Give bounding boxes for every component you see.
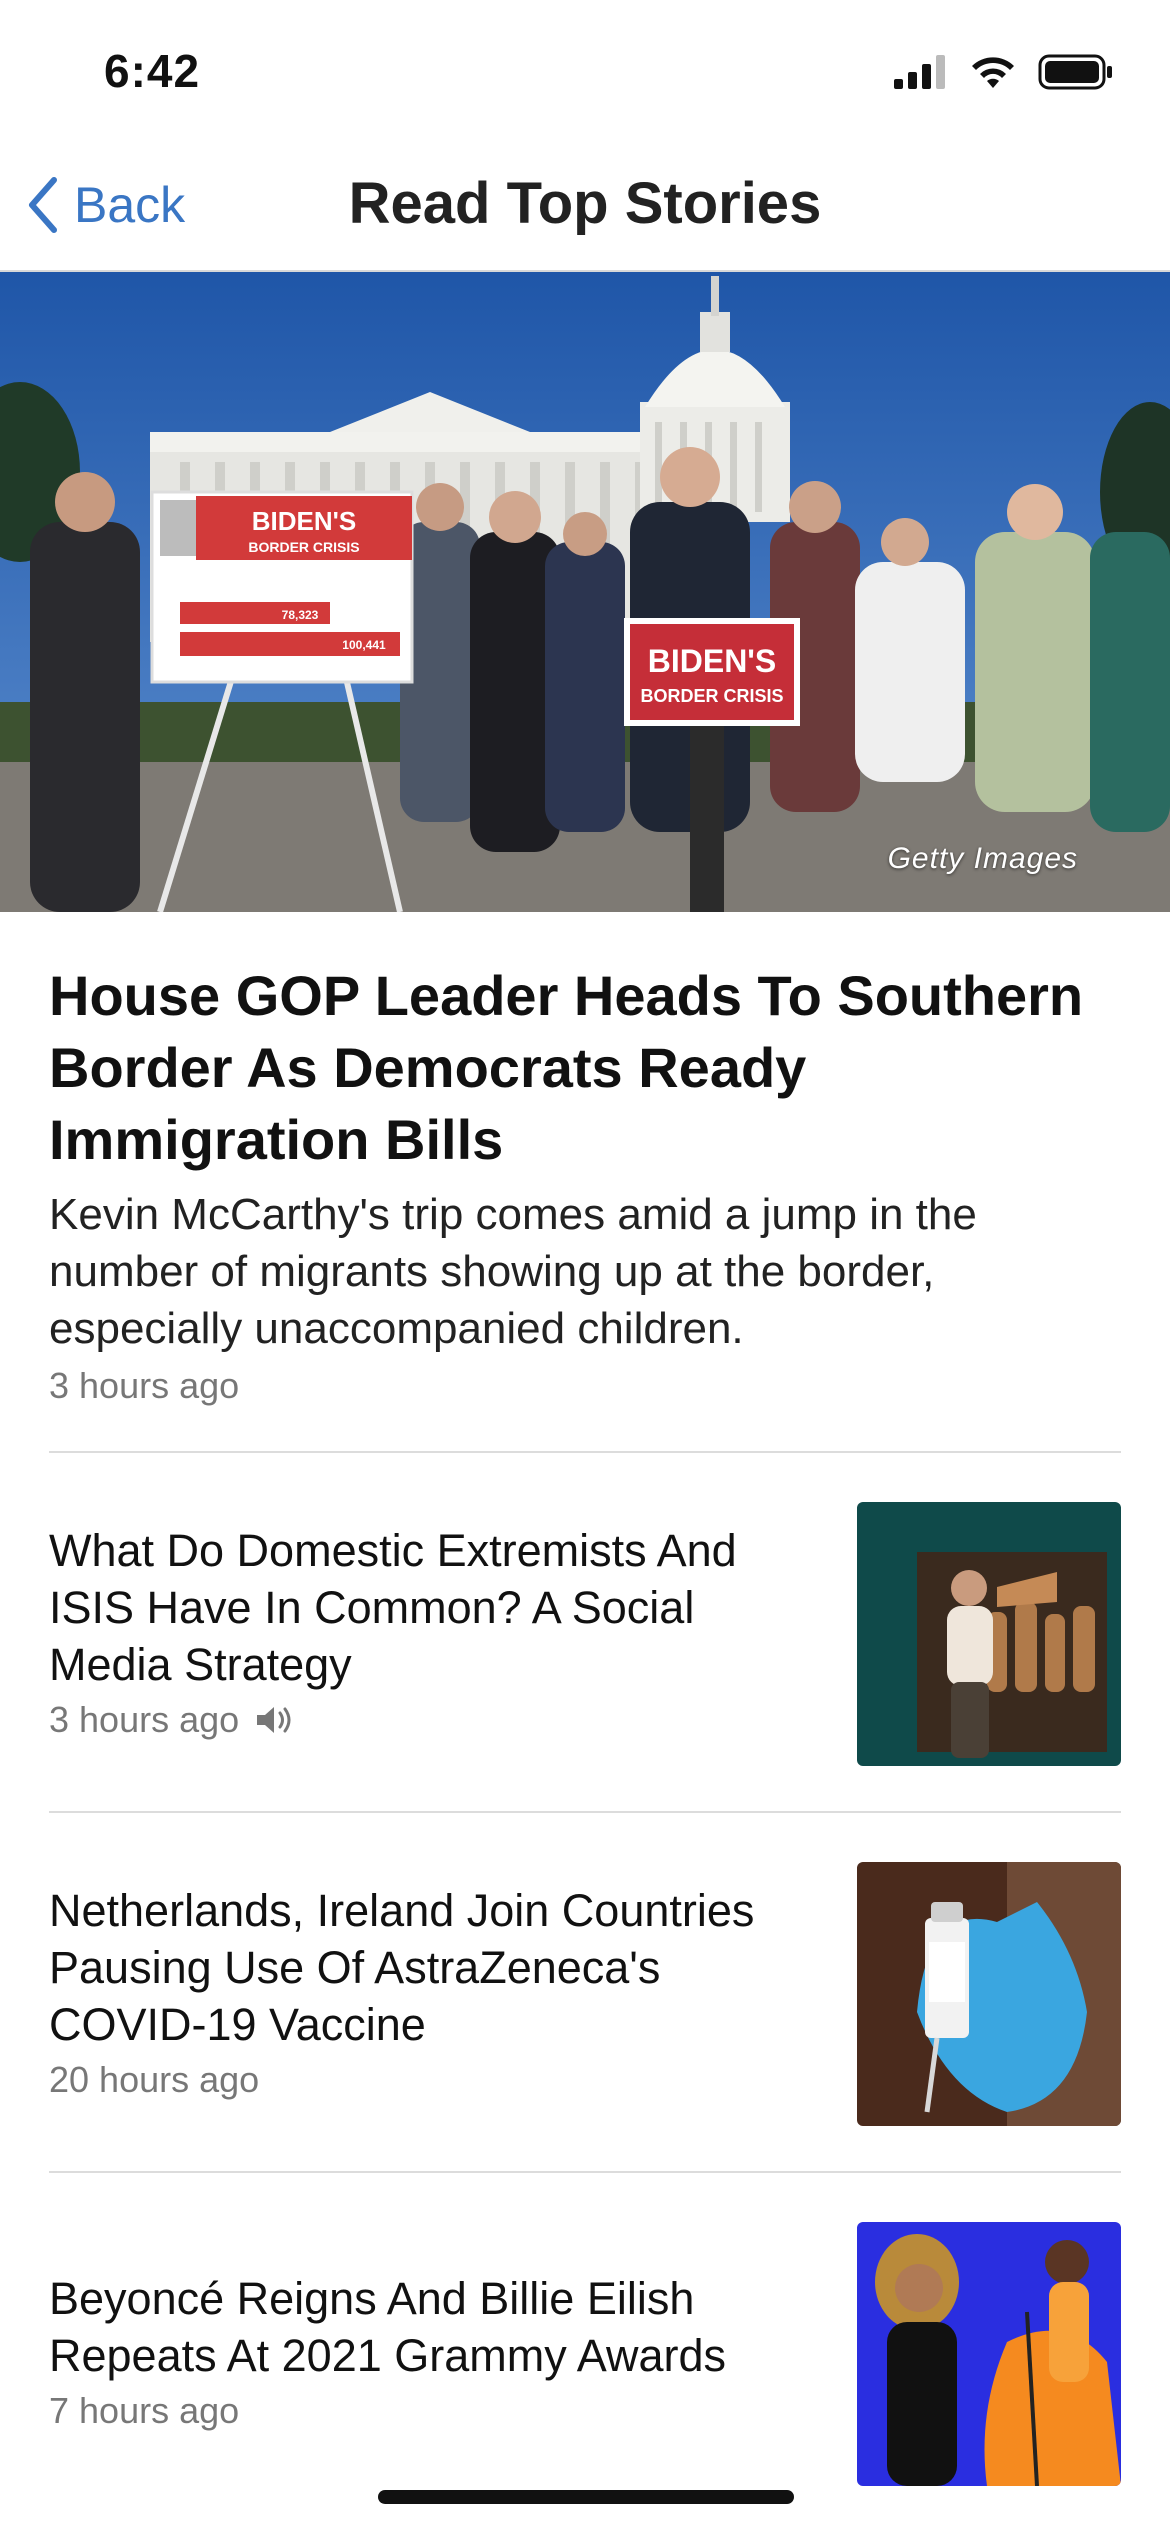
lead-story-image[interactable]: BIDEN'S BORDER CRISIS 78,323 100,441 BID… bbox=[0, 272, 1170, 912]
svg-text:BIDEN'S: BIDEN'S bbox=[252, 506, 356, 536]
navigation-bar: Back Read Top Stories bbox=[0, 140, 1170, 272]
story-text: What Do Domestic Extremists And ISIS Hav… bbox=[49, 1522, 819, 1741]
story-meta: 20 hours ago bbox=[49, 2059, 819, 2101]
lead-story-summary: Kevin McCarthy's trip comes amid a jump … bbox=[49, 1190, 977, 1353]
extremism-illustration bbox=[857, 1502, 1121, 1766]
wifi-icon bbox=[972, 57, 1014, 88]
story-item[interactable]: Beyoncé Reigns And Billie Eilish Repeats… bbox=[49, 2222, 1121, 2486]
cellular-signal-icon bbox=[894, 55, 945, 89]
lead-story-time: 3 hours ago bbox=[49, 1365, 240, 1406]
capitol-press-conference-photo: BIDEN'S BORDER CRISIS 78,323 100,441 BID… bbox=[0, 272, 1170, 912]
svg-text:BORDER CRISIS: BORDER CRISIS bbox=[248, 539, 359, 555]
image-credit: Getty Images bbox=[887, 842, 1078, 875]
story-meta: 3 hours ago bbox=[49, 1699, 819, 1741]
story-thumbnail bbox=[857, 2222, 1121, 2486]
page-title: Read Top Stories bbox=[348, 171, 822, 236]
lead-story-headline: House GOP Leader Heads To Southern Borde… bbox=[49, 964, 1084, 1171]
vaccine-vial-photo bbox=[857, 1862, 1121, 2126]
status-icons bbox=[894, 54, 1114, 90]
svg-text:100,441: 100,441 bbox=[342, 638, 386, 652]
status-bar: 6:42 bbox=[0, 0, 1170, 140]
svg-text:78,323: 78,323 bbox=[282, 608, 319, 622]
story-item[interactable]: What Do Domestic Extremists And ISIS Hav… bbox=[49, 1502, 1121, 1766]
grammy-awards-photo bbox=[857, 2222, 1121, 2486]
story-time: 7 hours ago bbox=[49, 2390, 240, 2431]
svg-text:BIDEN'S: BIDEN'S bbox=[648, 643, 777, 679]
story-item[interactable]: Netherlands, Ireland Join Countries Paus… bbox=[49, 1862, 1121, 2126]
story-time: 3 hours ago bbox=[49, 1699, 240, 1740]
story-text: Beyoncé Reigns And Billie Eilish Repeats… bbox=[49, 2270, 819, 2432]
story-time: 20 hours ago bbox=[49, 2059, 260, 2100]
status-time: 6:42 bbox=[104, 45, 201, 97]
story-text: Netherlands, Ireland Join Countries Paus… bbox=[49, 1882, 819, 2101]
home-indicator[interactable] bbox=[378, 2490, 794, 2504]
divider bbox=[49, 1811, 1121, 1813]
audio-speaker-icon[interactable] bbox=[255, 1704, 295, 1736]
svg-text:BORDER CRISIS: BORDER CRISIS bbox=[640, 686, 783, 706]
story-meta: 7 hours ago bbox=[49, 2390, 819, 2432]
story-headline: Netherlands, Ireland Join Countries Paus… bbox=[49, 1885, 755, 2050]
lead-story[interactable]: House GOP Leader Heads To Southern Borde… bbox=[49, 960, 1129, 1407]
story-thumbnail bbox=[857, 1862, 1121, 2126]
battery-icon bbox=[1038, 54, 1112, 90]
story-thumbnail bbox=[857, 1502, 1121, 1766]
divider bbox=[49, 1451, 1121, 1453]
story-headline: Beyoncé Reigns And Billie Eilish Repeats… bbox=[49, 2273, 726, 2381]
story-headline: What Do Domestic Extremists And ISIS Hav… bbox=[49, 1525, 737, 1690]
divider bbox=[49, 2171, 1121, 2173]
